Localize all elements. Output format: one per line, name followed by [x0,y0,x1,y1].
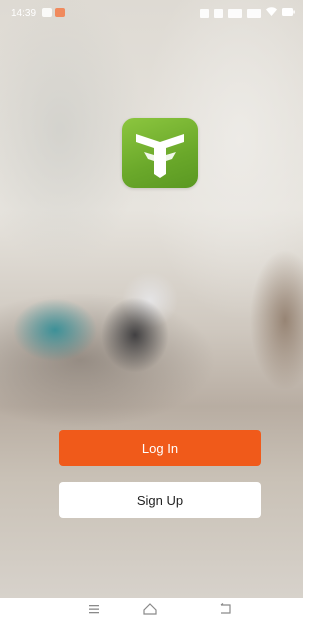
5g-signal-icon [228,8,242,18]
status-time: 14:39 [11,8,37,19]
login-screen: 14:39 Log In Sign Up [0,0,303,619]
screen-icon [214,8,223,18]
message-icon [55,8,65,17]
signup-button[interactable]: Sign Up [59,482,261,518]
menu-icon[interactable] [86,602,102,616]
home-icon[interactable] [142,602,158,616]
notification-icon [42,8,52,17]
wifi-icon [266,7,277,19]
back-icon[interactable] [218,602,234,616]
hd-icon [200,8,209,18]
status-bar: 14:39 [0,0,303,26]
login-button[interactable]: Log In [59,430,261,466]
logo-mark-icon [136,134,184,178]
app-logo [122,118,198,188]
status-icons [200,7,295,19]
navigation-bar [0,598,303,619]
battery-icon [282,7,295,19]
4g-signal-icon [247,8,261,18]
